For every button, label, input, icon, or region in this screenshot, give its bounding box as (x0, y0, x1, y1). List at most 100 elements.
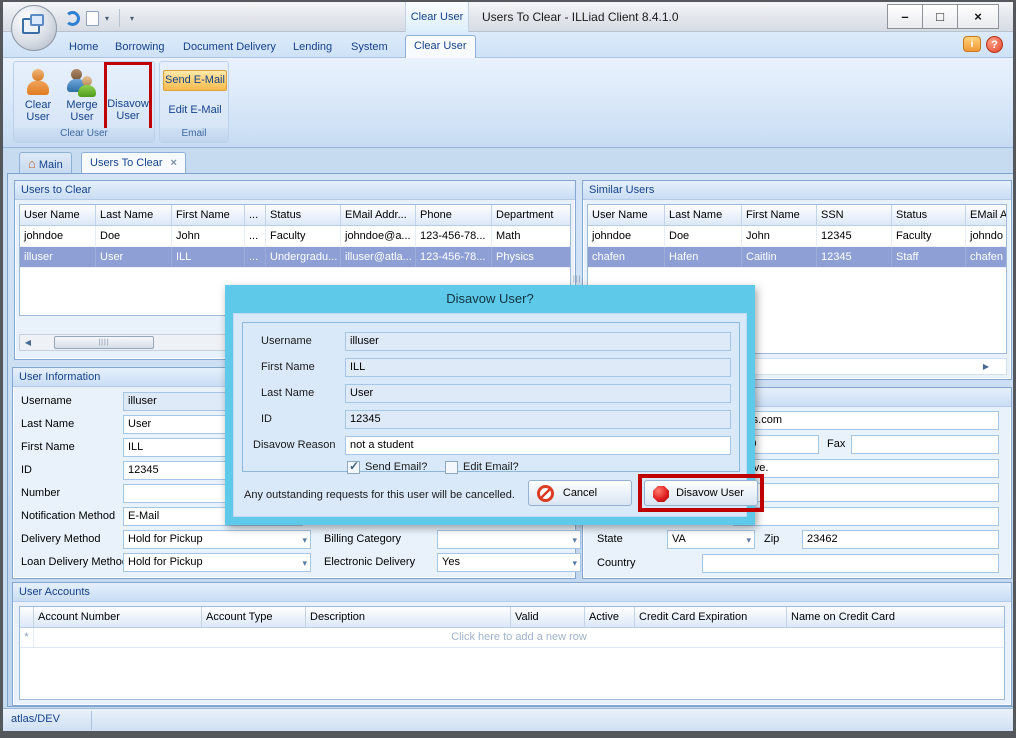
column-header: SSN (817, 205, 892, 225)
cell: Hafen (665, 247, 742, 267)
merge-user-button[interactable]: Merge User (60, 65, 104, 129)
add-new-row[interactable]: * Click here to add a new row (20, 628, 1004, 648)
column-header: Last Name (665, 205, 742, 225)
notification-method-label: Notification Method (21, 510, 115, 522)
cell: johndoe (20, 226, 96, 246)
scroll-right-icon[interactable]: ▶ (978, 362, 994, 371)
state-label: State (597, 533, 623, 545)
billing-category-label: Billing Category (324, 533, 401, 545)
cell: Faculty (892, 226, 966, 246)
application-button[interactable] (11, 5, 57, 51)
city-field-fragment[interactable]: h (733, 507, 999, 526)
send-email-button[interactable]: Send E-Mail (163, 70, 227, 91)
group-label-email: Email (160, 128, 228, 142)
fax-field[interactable] (851, 435, 999, 454)
dialog-disavow-reason-label: Disavow Reason (253, 439, 336, 451)
tab-document-delivery[interactable]: Document Delivery (175, 37, 284, 58)
user-accounts-table: Account NumberAccount TypeDescriptionVal… (19, 606, 1005, 700)
person-icon (25, 69, 51, 97)
user-accounts-title: User Accounts (13, 583, 1011, 602)
table-row[interactable]: illuserUserILL...Undergradu...illuser@at… (20, 247, 570, 268)
status-bar: atlas/DEV (3, 708, 1013, 731)
cell: chafen (588, 247, 665, 267)
electronic-delivery-dropdown[interactable]: Yes (437, 553, 581, 572)
add-new-row-text[interactable]: Click here to add a new row (34, 628, 1004, 647)
status-divider (91, 711, 92, 730)
scroll-left-icon[interactable]: ◀ (20, 338, 36, 347)
tab-lending[interactable]: Lending (285, 37, 340, 58)
cell: ... (245, 226, 266, 246)
status-server-label: atlas/DEV (11, 713, 60, 725)
tab-main[interactable]: ⌂Main (19, 152, 72, 174)
dialog-last-name-field[interactable]: User (345, 384, 731, 403)
dialog-disavow-reason-field[interactable]: not a student (345, 436, 731, 455)
maximize-button[interactable]: □ (922, 4, 958, 29)
dialog-id-field[interactable]: 12345 (345, 410, 731, 429)
loan-delivery-method-label: Loan Delivery Method (21, 556, 128, 568)
minimize-button[interactable]: – (887, 4, 923, 29)
tab-close-icon[interactable]: × (171, 157, 177, 169)
column-header: Name on Credit Card (787, 607, 1005, 627)
disavow-user-button[interactable]: Disavow User (104, 62, 152, 132)
disavow-highlight-frame: Disavow User (638, 474, 764, 512)
table-row[interactable]: johndoeDoeJohn...Facultyjohndoe@a...123-… (20, 226, 570, 247)
table-header-row: User NameLast NameFirst Name...StatusEMa… (20, 205, 570, 226)
app-logo-icon (30, 14, 44, 26)
zip-label: Zip (764, 533, 779, 545)
column-header: EMail Addr... (341, 205, 416, 225)
scrollbar-thumb[interactable]: |||| (54, 336, 154, 349)
quick-access-options-icon[interactable]: ▾ (130, 14, 134, 23)
country-field[interactable] (702, 554, 999, 573)
dialog-warning-text: Any outstanding requests for this user w… (244, 489, 515, 501)
address-field-fragment[interactable]: d Ave. (733, 459, 999, 478)
number-label: Number (21, 487, 60, 499)
table-row[interactable]: johndoeDoeJohn12345Facultyjohndo (588, 226, 1006, 247)
refresh-icon[interactable] (65, 11, 80, 26)
state-dropdown[interactable]: VA (667, 530, 755, 549)
edit-email-label: Edit Email? (463, 461, 519, 473)
new-document-icon[interactable] (86, 11, 99, 26)
column-header: Valid (511, 607, 585, 627)
cell: ... (245, 247, 266, 267)
merge-users-icon (69, 69, 95, 97)
close-button[interactable]: × (957, 4, 999, 29)
loan-delivery-method-dropdown[interactable]: Hold for Pickup (123, 553, 311, 572)
delivery-method-dropdown[interactable]: Hold for Pickup (123, 530, 311, 549)
dialog-disavow-button[interactable]: Disavow User (644, 480, 758, 506)
tab-users-to-clear[interactable]: Users To Clear× (81, 152, 186, 174)
new-document-dropdown-icon[interactable]: ▾ (105, 14, 109, 23)
zip-field[interactable]: 23462 (802, 530, 999, 549)
email-field-fragment[interactable]: -sys.com (733, 411, 999, 430)
document-tab-strip: ⌂Main Users To Clear× (3, 150, 1013, 174)
tab-system[interactable]: System (343, 37, 396, 58)
edit-email-button[interactable]: Edit E-Mail (163, 104, 227, 116)
send-email-checkbox[interactable] (347, 461, 360, 474)
dialog-username-field[interactable]: illuser (345, 332, 731, 351)
tab-home[interactable]: Home (61, 37, 106, 58)
cell: 12345 (817, 226, 892, 246)
billing-category-dropdown[interactable] (437, 530, 581, 549)
edit-email-checkbox[interactable] (445, 461, 458, 474)
ribbon-group-email: Send E-Mail Edit E-Mail Email (159, 61, 229, 143)
cell: John (172, 226, 245, 246)
cell: ILL (172, 247, 245, 267)
column-header: Status (892, 205, 966, 225)
dialog-first-name-field[interactable]: ILL (345, 358, 731, 377)
address2-field[interactable] (733, 483, 999, 502)
column-header: Active (585, 607, 635, 627)
table-header-row: User NameLast NameFirst NameSSNStatusEMa… (588, 205, 1006, 226)
feedback-icon[interactable]: i (963, 36, 981, 52)
clear-user-button[interactable]: Clear User (16, 65, 60, 129)
column-header: Credit Card Expiration (635, 607, 787, 627)
column-header: ... (245, 205, 266, 225)
fax-label: Fax (827, 438, 845, 450)
stop-sign-icon (653, 486, 669, 502)
tab-borrowing[interactable]: Borrowing (107, 37, 173, 58)
dialog-title: Disavow User? (225, 285, 755, 313)
tab-clear-user[interactable]: Clear User (405, 35, 476, 58)
cancel-button[interactable]: Cancel (528, 480, 632, 506)
help-icon[interactable]: ? (986, 36, 1003, 53)
column-header: First Name (742, 205, 817, 225)
table-row[interactable]: chafenHafenCaitlin12345Staffchafen (588, 247, 1006, 268)
window-title: Users To Clear - ILLiad Client 8.4.1.0 (482, 10, 679, 24)
